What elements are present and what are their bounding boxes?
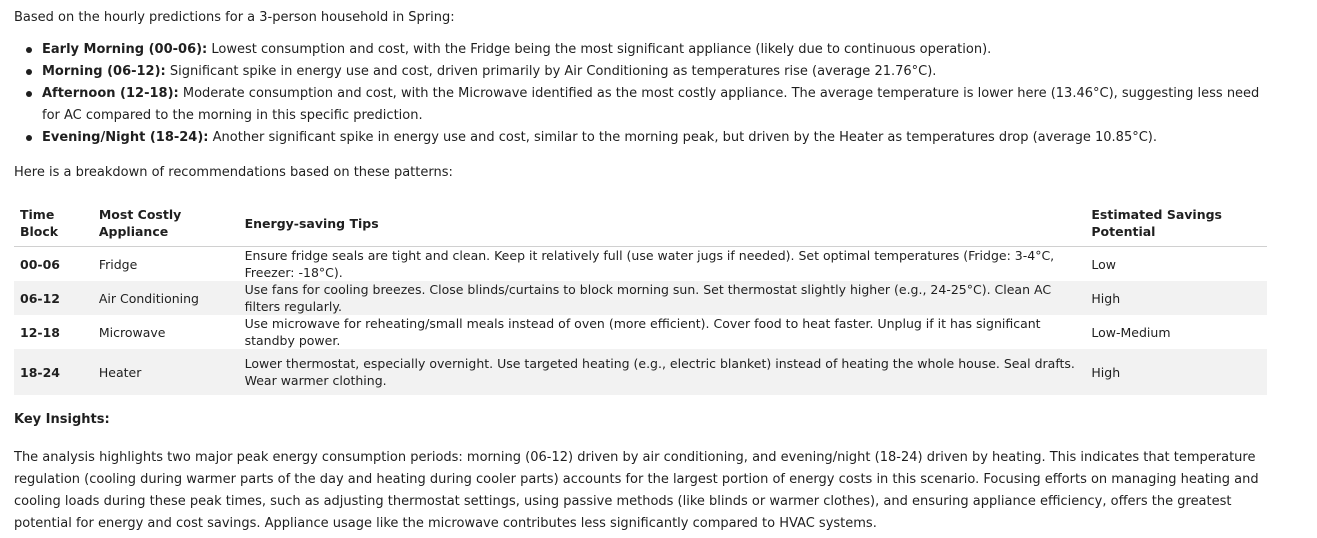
cell-appliance: Heater: [92, 349, 239, 395]
period-item-early-morning: Early Morning (00-06): Lowest consumptio…: [26, 39, 1274, 61]
recommendations-table: Time Block Most Costly Appliance Energy-…: [14, 196, 1267, 395]
cell-appliance: Microwave: [98, 324, 166, 340]
period-text: Another significant spike in energy use …: [208, 130, 1157, 145]
table-row: 12-18 Microwave Use microwave for reheat…: [14, 315, 1267, 349]
table-row: 06-12 Air Conditioning Use fans for cool…: [14, 281, 1267, 315]
period-text: Significant spike in energy use and cost…: [165, 64, 937, 79]
header-energy-saving-tips: Energy-saving Tips: [238, 196, 1086, 247]
breakdown-lead-text: Here is a breakdown of recommendations b…: [14, 165, 453, 180]
cell-savings: High: [1085, 281, 1267, 315]
table-header-row: Time Block Most Costly Appliance Energy-…: [14, 196, 1267, 247]
period-item-afternoon: Afternoon (12-18): Moderate consumption …: [26, 83, 1274, 127]
cell-savings: Low-Medium: [1091, 324, 1171, 340]
response-content: Based on the hourly predictions for a 3-…: [0, 0, 1274, 535]
period-label: Evening/Night (18-24):: [42, 130, 209, 145]
cell-tips: Lower thermostat, especially overnight. …: [238, 349, 1086, 395]
cell-time-block: 06-12: [14, 281, 93, 315]
header-most-costly-appliance: Most Costly Appliance: [92, 196, 239, 247]
key-insights-heading: Key Insights:: [14, 412, 110, 427]
cell-time-block: 00-06: [20, 256, 60, 272]
cell-appliance: Fridge: [98, 256, 138, 272]
period-text: Moderate consumption and cost, with the …: [42, 86, 1260, 123]
period-list: Early Morning (00-06): Lowest consumptio…: [14, 39, 1274, 149]
period-label: Early Morning (00-06):: [42, 42, 208, 57]
header-estimated-savings: Estimated Savings Potential: [1085, 196, 1267, 247]
header-time-block: Time Block: [14, 196, 93, 247]
period-label: Morning (06-12):: [42, 64, 166, 79]
table-row: 00-06 Fridge Ensure fridge seals are tig…: [14, 247, 1267, 282]
cell-savings: High: [1085, 349, 1267, 395]
period-text: Lowest consumption and cost, with the Fr…: [207, 42, 992, 57]
cell-tips: Use microwave for reheating/small meals …: [244, 316, 1041, 348]
period-item-morning: Morning (06-12): Significant spike in en…: [26, 61, 1274, 83]
cell-tips: Ensure fridge seals are tight and clean.…: [244, 248, 1055, 280]
period-label: Afternoon (12-18):: [42, 86, 179, 101]
key-insights-body: The analysis highlights two major peak e…: [14, 450, 1259, 531]
cell-time-block: 12-18: [20, 324, 60, 340]
period-item-evening-night: Evening/Night (18-24): Another significa…: [26, 127, 1274, 149]
cell-time-block: 18-24: [14, 349, 93, 395]
cell-tips: Use fans for cooling breezes. Close blin…: [238, 281, 1086, 315]
cell-appliance: Air Conditioning: [92, 281, 239, 315]
table-row: 18-24 Heater Lower thermostat, especiall…: [14, 349, 1267, 395]
intro-text: Based on the hourly predictions for a 3-…: [14, 10, 455, 25]
cell-savings: Low: [1091, 256, 1117, 272]
